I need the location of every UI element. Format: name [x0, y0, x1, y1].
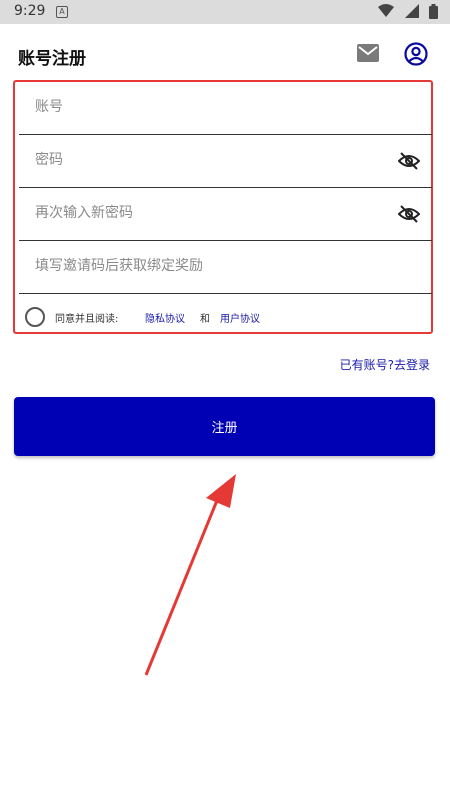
page-title: 账号注册 — [18, 49, 86, 69]
account-circle-icon[interactable] — [404, 42, 428, 66]
confirm-password-input[interactable] — [33, 204, 377, 222]
agree-radio[interactable] — [25, 307, 45, 327]
mail-icon[interactable] — [357, 44, 379, 62]
password-field — [19, 135, 432, 188]
battery-icon — [429, 4, 438, 19]
status-icons — [372, 4, 438, 20]
user-agreement-link[interactable]: 用户协议 — [220, 310, 260, 325]
go-login-link[interactable]: 已有账号?去登录 — [340, 356, 430, 373]
agree-text: 同意并且阅读: — [55, 314, 119, 325]
confirm-password-field — [19, 188, 432, 241]
status-bar: 9:29 A — [0, 0, 450, 24]
password-input[interactable] — [33, 151, 377, 169]
red-arrow-annotation — [144, 474, 236, 676]
wifi-icon — [378, 4, 395, 17]
invite-code-input[interactable] — [33, 257, 377, 275]
eye-off-icon[interactable] — [398, 205, 420, 223]
status-time: 9:29 — [14, 3, 46, 19]
privacy-link[interactable]: 隐私协议 — [145, 310, 185, 325]
account-field — [19, 82, 432, 135]
register-button[interactable]: 注册 — [14, 397, 435, 456]
eye-off-icon[interactable] — [398, 152, 420, 170]
registration-form: 同意并且阅读: 隐私协议 和 用户协议 — [13, 80, 433, 334]
and-text: 和 — [200, 314, 210, 325]
signal-icon — [404, 4, 419, 18]
notification-a-icon: A — [56, 6, 68, 18]
invite-code-field — [19, 241, 432, 294]
account-input[interactable] — [33, 98, 377, 116]
